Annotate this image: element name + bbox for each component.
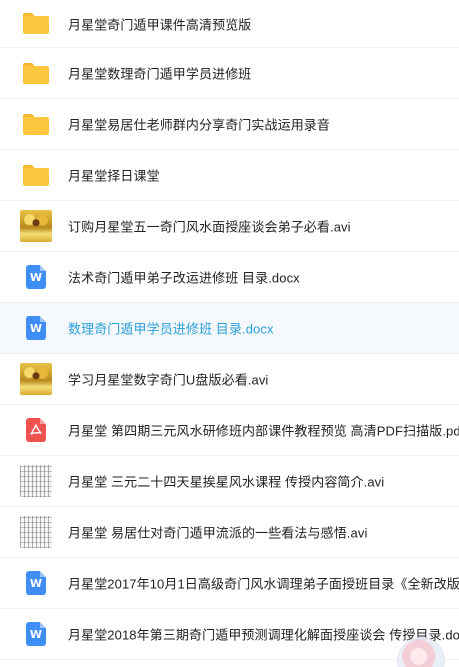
file-row[interactable]: W 月星堂2018年第三期奇门遁甲预测调理化解面授座谈会 传授目录.docx — [0, 609, 459, 660]
file-name: 月星堂2018年第三期奇门遁甲预测调理化解面授座谈会 传授目录.docx — [68, 627, 459, 643]
folder-icon — [20, 159, 52, 191]
file-row[interactable]: 月星堂数理奇门遁甲学员进修班 — [0, 48, 459, 99]
file-name: 订购月星堂五一奇门风水面授座谈会弟子必看.avi — [68, 219, 351, 235]
file-row[interactable]: 月星堂 三元二十四天星挨星风水课程 传授内容简介.avi — [0, 456, 459, 507]
file-name: 月星堂 三元二十四天星挨星风水课程 传授内容简介.avi — [68, 474, 385, 490]
file-name: 月星堂易居仕老师群内分享奇门实战运用录音 — [68, 117, 331, 133]
word-doc-icon: W — [20, 618, 52, 650]
file-name: 月星堂奇门遁甲课件高清预览版 — [68, 17, 252, 32]
file-name: 月星堂数理奇门遁甲学员进修班 — [68, 66, 252, 82]
file-name: 月星堂 第四期三元风水研修班内部课件教程预览 高清PDF扫描版.pdf — [68, 423, 459, 439]
file-name: 数理奇门遁甲学员进修班 目录.docx — [68, 321, 274, 337]
folder-icon — [20, 108, 52, 140]
word-doc-icon: W — [20, 567, 52, 599]
file-row[interactable]: W 月星堂2017年10月1日高级奇门风水调理弟子面授班目录《全新改版课程》 — [0, 558, 459, 609]
file-row[interactable]: W 法术奇门遁甲弟子改运进修班 目录.docx — [0, 252, 459, 303]
video-thumbnail-icon — [20, 363, 52, 395]
file-name: 学习月星堂数字奇门U盘版必看.avi — [68, 372, 269, 388]
file-name: 法术奇门遁甲弟子改运进修班 目录.docx — [68, 270, 300, 286]
pdf-icon — [20, 414, 52, 446]
file-name: 月星堂择日课堂 — [68, 168, 160, 184]
folder-icon — [20, 57, 52, 89]
file-name: 月星堂2017年10月1日高级奇门风水调理弟子面授班目录《全新改版课程》 — [68, 576, 459, 592]
video-thumbnail-icon — [20, 516, 52, 548]
file-row[interactable]: 月星堂奇门遁甲课件高清预览版 — [0, 0, 459, 48]
video-thumbnail-icon — [20, 465, 52, 497]
folder-icon — [20, 8, 52, 40]
file-row[interactable]: 月星堂 易居仕对奇门遁甲流派的一些看法与感悟.avi — [0, 507, 459, 558]
file-row[interactable]: W 数理奇门遁甲学员进修班 目录.docx — [0, 303, 459, 354]
file-name: 月星堂 易居仕对奇门遁甲流派的一些看法与感悟.avi — [68, 525, 368, 541]
file-row[interactable]: 学习月星堂数字奇门U盘版必看.avi — [0, 354, 459, 405]
word-doc-icon: W — [20, 261, 52, 293]
video-thumbnail-icon — [20, 210, 52, 242]
file-row[interactable]: 月星堂 第四期三元风水研修班内部课件教程预览 高清PDF扫描版.pdf — [0, 405, 459, 456]
file-row[interactable]: 订购月星堂五一奇门风水面授座谈会弟子必看.avi — [0, 201, 459, 252]
file-row[interactable]: 月星堂易居仕老师群内分享奇门实战运用录音 — [0, 99, 459, 150]
file-row[interactable]: 月星堂择日课堂 — [0, 150, 459, 201]
file-list: 月星堂奇门遁甲课件高清预览版 月星堂数理奇门遁甲学员进修班月星堂易居仕老师群内分享… — [0, 0, 459, 667]
word-doc-icon: W — [20, 312, 52, 344]
